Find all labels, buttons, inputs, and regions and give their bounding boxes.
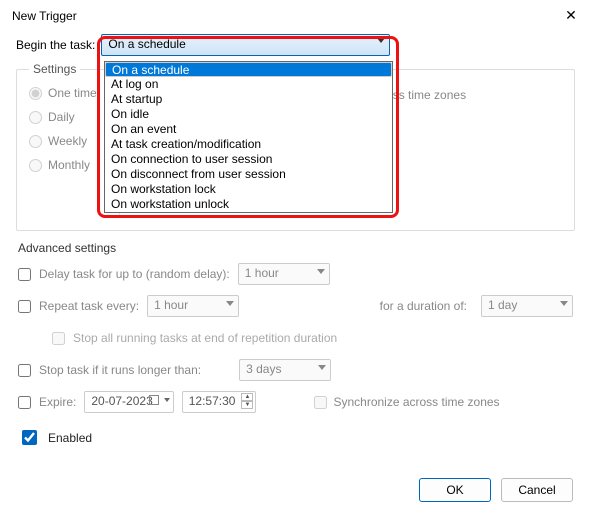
enabled-checkbox[interactable]	[22, 430, 37, 445]
repeat-value: 1 hour	[154, 298, 188, 312]
sync-tz2-checkbox	[314, 396, 327, 409]
settings-legend: Settings	[29, 62, 80, 76]
cancel-button[interactable]: Cancel	[501, 478, 573, 502]
delay-select[interactable]: 1 hour	[238, 263, 330, 285]
begin-task-label: Begin the task:	[16, 38, 95, 52]
radio-daily[interactable]: Daily	[29, 110, 115, 124]
dropdown-option[interactable]: On workstation unlock	[105, 197, 392, 212]
chevron-down-icon	[560, 301, 568, 306]
expire-time-value: 12:57:30	[189, 394, 236, 408]
advanced-legend: Advanced settings	[18, 241, 575, 255]
repeat-checkbox[interactable]	[18, 300, 31, 313]
stop-longer-checkbox[interactable]	[18, 364, 31, 377]
enabled-label: Enabled	[48, 431, 92, 445]
dropdown-option[interactable]: On an event	[105, 122, 392, 137]
radio-weekly[interactable]: Weekly	[29, 134, 115, 148]
radio-weekly-label: Weekly	[48, 134, 87, 148]
delay-checkbox[interactable]	[18, 268, 31, 281]
window-title: New Trigger	[12, 9, 77, 23]
begin-task-dropdown[interactable]: On a schedule At log on At startup On id…	[104, 61, 393, 213]
spinner-icon[interactable]: ▲▼	[241, 393, 253, 409]
radio-monthly[interactable]: Monthly	[29, 158, 115, 172]
dropdown-option[interactable]: At log on	[105, 77, 392, 92]
dropdown-option[interactable]: At startup	[105, 92, 392, 107]
ok-button[interactable]: OK	[419, 478, 491, 502]
duration-value: 1 day	[488, 298, 517, 312]
radio-one-time[interactable]: One time	[29, 86, 115, 100]
begin-task-combo[interactable]: On a schedule	[101, 34, 390, 56]
expire-date[interactable]: 20-07-2023	[84, 391, 173, 413]
chevron-down-icon	[164, 398, 170, 402]
chevron-down-icon	[377, 38, 385, 43]
delay-value: 1 hour	[245, 266, 279, 280]
dropdown-option[interactable]: On idle	[105, 107, 392, 122]
close-icon[interactable]: ✕	[563, 8, 579, 24]
chevron-down-icon	[226, 301, 234, 306]
begin-task-value: On a schedule	[108, 37, 185, 51]
stop-all-checkbox	[52, 332, 65, 345]
delay-label: Delay task for up to (random delay):	[39, 267, 230, 281]
radio-one-time-label: One time	[48, 86, 97, 100]
repeat-label: Repeat task every:	[39, 299, 139, 313]
radio-daily-label: Daily	[48, 110, 75, 124]
dropdown-option[interactable]: On disconnect from user session	[105, 167, 392, 182]
chevron-down-icon	[317, 269, 325, 274]
radio-monthly-label: Monthly	[48, 158, 90, 172]
expire-time[interactable]: 12:57:30 ▲▼	[182, 391, 257, 413]
dropdown-option[interactable]: On workstation lock	[105, 182, 392, 197]
dropdown-option[interactable]: On a schedule	[105, 62, 392, 77]
duration-label: for a duration of:	[380, 299, 467, 313]
expire-label: Expire:	[39, 395, 76, 409]
chevron-down-icon	[318, 365, 326, 370]
expire-date-value: 20-07-2023	[91, 394, 152, 408]
dropdown-option[interactable]: On connection to user session	[105, 152, 392, 167]
duration-select[interactable]: 1 day	[481, 295, 573, 317]
calendar-icon	[149, 395, 159, 405]
stop-all-label: Stop all running tasks at end of repetit…	[73, 331, 337, 345]
dropdown-option[interactable]: At task creation/modification	[105, 137, 392, 152]
stop-longer-label: Stop task if it runs longer than:	[39, 363, 201, 377]
stop-longer-select[interactable]: 3 days	[239, 359, 331, 381]
repeat-select[interactable]: 1 hour	[147, 295, 239, 317]
stop-longer-value: 3 days	[246, 362, 281, 376]
sync-tz2-label: Synchronize across time zones	[333, 395, 499, 409]
expire-checkbox[interactable]	[18, 396, 31, 409]
